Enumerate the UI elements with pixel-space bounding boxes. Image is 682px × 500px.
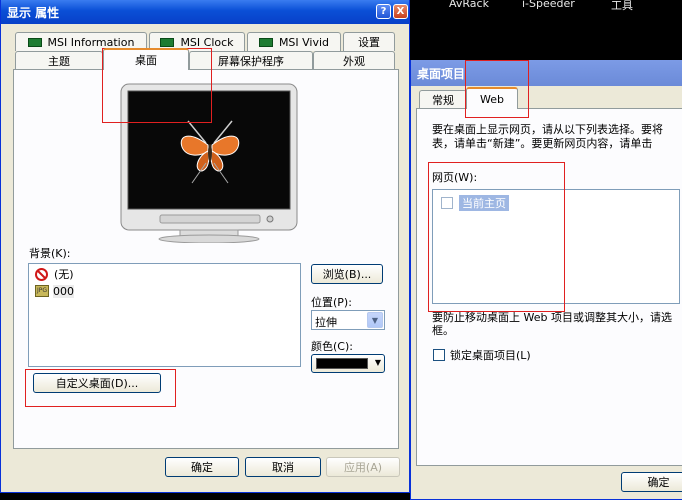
desktop-items-title: 桌面项目 — [417, 66, 466, 81]
webpage-item[interactable]: 当前主页 — [441, 195, 509, 211]
monitor-preview — [120, 83, 298, 243]
background-label: 背景(K): — [29, 247, 71, 260]
cancel-button[interactable]: 取消 — [245, 457, 321, 477]
chevron-down-icon: ▼ — [374, 358, 381, 367]
display-properties-window: 显示 属性 ? X MSI Information MSI Clock MSI … — [0, 0, 410, 493]
color-swatch — [316, 358, 368, 369]
lock-desktop-items-option[interactable]: 锁定桌面项目(L) — [433, 347, 531, 363]
background-list[interactable]: (无) JPG 000 — [28, 263, 301, 367]
desktop-tab-panel: 背景(K): (无) JPG 000 浏览(B)... 位置(P): 拉伸 ▼ … — [13, 69, 399, 449]
color-picker[interactable]: ▼ — [311, 354, 385, 373]
jpeg-icon: JPG — [35, 285, 49, 297]
desktop-items-window: 桌面项目 常规 Web 要在桌面上显示网页，请从以下列表选择。要将 表，请单击“… — [410, 60, 682, 500]
chevron-down-icon[interactable]: ▼ — [367, 312, 383, 328]
webpages-list[interactable]: 当前主页 — [432, 189, 680, 304]
msi-icon — [258, 37, 273, 47]
list-item[interactable]: JPG 000 — [35, 283, 74, 299]
help-icon[interactable]: ? — [376, 4, 391, 19]
tab-themes[interactable]: 主题 — [15, 51, 103, 70]
desktop-label-ispeeder: i-Speeder — [522, 0, 575, 10]
tab-desktop[interactable]: 桌面 — [103, 48, 189, 70]
ok-button[interactable]: 确定 — [165, 457, 239, 477]
tab-web[interactable]: Web — [466, 87, 518, 109]
lock-checkbox[interactable] — [433, 349, 445, 361]
tab-screensaver[interactable]: 屏幕保护程序 — [189, 51, 313, 70]
desktop-items-panel: 要在桌面上显示网页，请从以下列表选择。要将 表，请单击“新建”。要更新网页内容，… — [416, 108, 682, 466]
lock-note-line1: 要防止移动桌面上 Web 项目或调整其大小，请选 — [432, 311, 672, 324]
tab-settings[interactable]: 设置 — [343, 32, 395, 51]
webpages-label: 网页(W): — [432, 171, 478, 184]
lock-note-line2: 框。 — [432, 324, 454, 337]
desktop-label-avrack: AvRack — [449, 0, 489, 10]
browse-button[interactable]: 浏览(B)... — [311, 264, 383, 284]
tab-appearance[interactable]: 外观 — [313, 51, 395, 70]
customize-desktop-button[interactable]: 自定义桌面(D)... — [33, 373, 161, 393]
tab-msi-vivid[interactable]: MSI Vivid — [247, 32, 341, 51]
list-item[interactable]: (无) — [35, 266, 74, 282]
webpage-checkbox[interactable] — [441, 197, 453, 209]
display-properties-title: 显示 属性 — [7, 5, 60, 20]
web-description-line2: 表，请单击“新建”。要更新网页内容，请单击 — [432, 137, 653, 150]
apply-button[interactable]: 应用(A) — [326, 457, 400, 477]
msi-icon — [160, 37, 175, 47]
desktop-label-tools: 工具 — [611, 0, 633, 12]
desktop-items-titlebar[interactable]: 桌面项目 — [411, 60, 682, 86]
tab-general[interactable]: 常规 — [419, 90, 467, 109]
position-select[interactable]: 拉伸 ▼ — [311, 310, 385, 330]
none-icon — [35, 267, 48, 281]
position-label: 位置(P): — [311, 296, 352, 309]
desktop-items-ok-button[interactable]: 确定 — [621, 472, 682, 492]
display-properties-titlebar[interactable]: 显示 属性 ? X — [1, 0, 409, 24]
msi-icon — [27, 37, 42, 47]
close-icon[interactable]: X — [393, 4, 408, 19]
color-label: 颜色(C): — [311, 340, 353, 353]
